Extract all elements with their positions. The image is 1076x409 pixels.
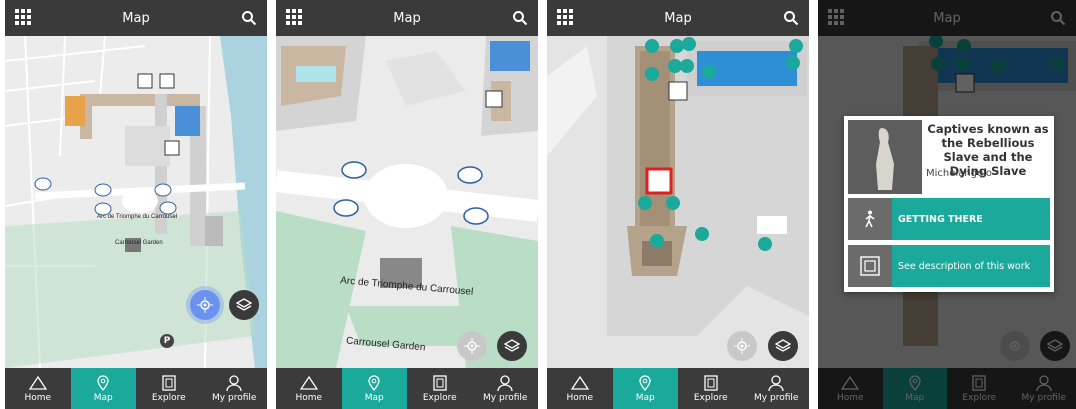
tab-explore[interactable]: Explore	[678, 368, 744, 409]
locate-icon	[197, 297, 213, 313]
map-pin-icon	[97, 374, 109, 391]
layers-icon	[774, 339, 792, 352]
parking-badge: P	[160, 334, 174, 348]
tab-profile-label: My profile	[754, 392, 799, 403]
tab-profile-label: My profile	[483, 392, 528, 403]
frame-icon	[860, 256, 880, 276]
map-floor-plan	[547, 36, 809, 368]
arc-label: Arc de Triomphe du Carrousel	[97, 214, 178, 220]
tab-map-label: Map	[364, 392, 384, 403]
layers-icon	[503, 339, 521, 352]
tab-home-label: Home	[566, 392, 594, 403]
search-icon[interactable]	[783, 10, 799, 26]
tab-map-label: Map	[93, 392, 113, 403]
map-canvas[interactable]: Arc de Triomphe du Carrousel Carrousel G…	[5, 35, 267, 369]
screen-2: Map Arc de Triomphe du Carrousel Carrous…	[276, 0, 538, 409]
artwork-card: Captives known as the Rebellious Slave a…	[844, 116, 1054, 292]
pyramid-icon	[28, 375, 47, 390]
tab-map[interactable]: Map	[70, 368, 136, 409]
artwork-artist: Michelangelo	[926, 168, 993, 179]
tab-explore-label: Explore	[693, 392, 728, 403]
app-title: Map	[122, 10, 150, 26]
artwork-thumbnail	[848, 120, 922, 194]
tab-explore-label: Explore	[422, 392, 457, 403]
getting-there-button[interactable]: GETTING THERE	[848, 198, 1050, 240]
screen-3: Map Home Map Explore My profile	[547, 0, 809, 409]
grid-menu-icon[interactable]	[15, 9, 31, 25]
map-canvas[interactable]	[547, 36, 809, 368]
see-description-label: See description of this work	[898, 260, 1031, 272]
frame-icon	[433, 374, 447, 391]
tab-home[interactable]: Home	[547, 368, 613, 409]
screen-4: Map Home Map Explore My profile Capt	[818, 0, 1076, 409]
walking-icon	[865, 210, 875, 228]
tab-map[interactable]: Map	[341, 368, 407, 409]
locate-icon	[734, 338, 750, 354]
tab-profile[interactable]: My profile	[473, 368, 539, 409]
grid-menu-icon[interactable]	[557, 9, 573, 25]
tab-profile[interactable]: My profile	[744, 368, 810, 409]
app-bar: Map	[276, 0, 538, 36]
tab-bar: Home Map Explore My profile	[276, 368, 538, 409]
tab-bar: Home Map Explore My profile	[5, 368, 267, 409]
app-bar: Map	[547, 0, 809, 36]
garden-label: Carrousel Garden	[115, 240, 163, 246]
person-icon	[226, 374, 242, 391]
layers-button[interactable]	[497, 331, 527, 361]
tab-home[interactable]: Home	[5, 368, 71, 409]
search-icon[interactable]	[512, 10, 528, 26]
tab-explore[interactable]: Explore	[136, 368, 202, 409]
tab-home-label: Home	[295, 392, 323, 403]
screen-1: Map Arc de Triomphe du Carrousel Carrous…	[5, 0, 267, 409]
app-title: Map	[393, 10, 421, 26]
tab-map-label: Map	[635, 392, 655, 403]
person-icon	[768, 374, 784, 391]
see-description-button[interactable]: See description of this work	[848, 245, 1050, 287]
layers-button[interactable]	[229, 290, 259, 320]
person-icon	[497, 374, 513, 391]
tab-map[interactable]: Map	[612, 368, 678, 409]
app-title: Map	[664, 10, 692, 26]
search-icon[interactable]	[241, 10, 257, 26]
pyramid-icon	[570, 375, 589, 390]
map-canvas[interactable]: Arc de Triomphe du Carrousel Carrousel G…	[276, 36, 538, 368]
layers-icon	[235, 298, 253, 311]
pyramid-icon	[299, 375, 318, 390]
grid-menu-icon[interactable]	[286, 9, 302, 25]
frame-icon	[162, 374, 176, 391]
locate-button[interactable]	[457, 331, 487, 361]
map-pin-icon	[368, 374, 380, 391]
locate-button[interactable]	[190, 290, 220, 320]
tab-profile-label: My profile	[212, 392, 257, 403]
locate-icon	[464, 338, 480, 354]
tab-home[interactable]: Home	[276, 368, 342, 409]
map-pin-icon	[639, 374, 651, 391]
map-overview	[5, 35, 267, 369]
tab-explore[interactable]: Explore	[407, 368, 473, 409]
getting-there-label: GETTING THERE	[898, 213, 983, 225]
map-3d-zoom	[276, 36, 538, 368]
frame-icon	[704, 374, 718, 391]
tab-bar: Home Map Explore My profile	[547, 368, 809, 409]
locate-button[interactable]	[727, 331, 757, 361]
app-bar: Map	[5, 0, 267, 36]
tab-profile[interactable]: My profile	[202, 368, 268, 409]
layers-button[interactable]	[768, 331, 798, 361]
tab-explore-label: Explore	[151, 392, 186, 403]
tab-home-label: Home	[24, 392, 52, 403]
